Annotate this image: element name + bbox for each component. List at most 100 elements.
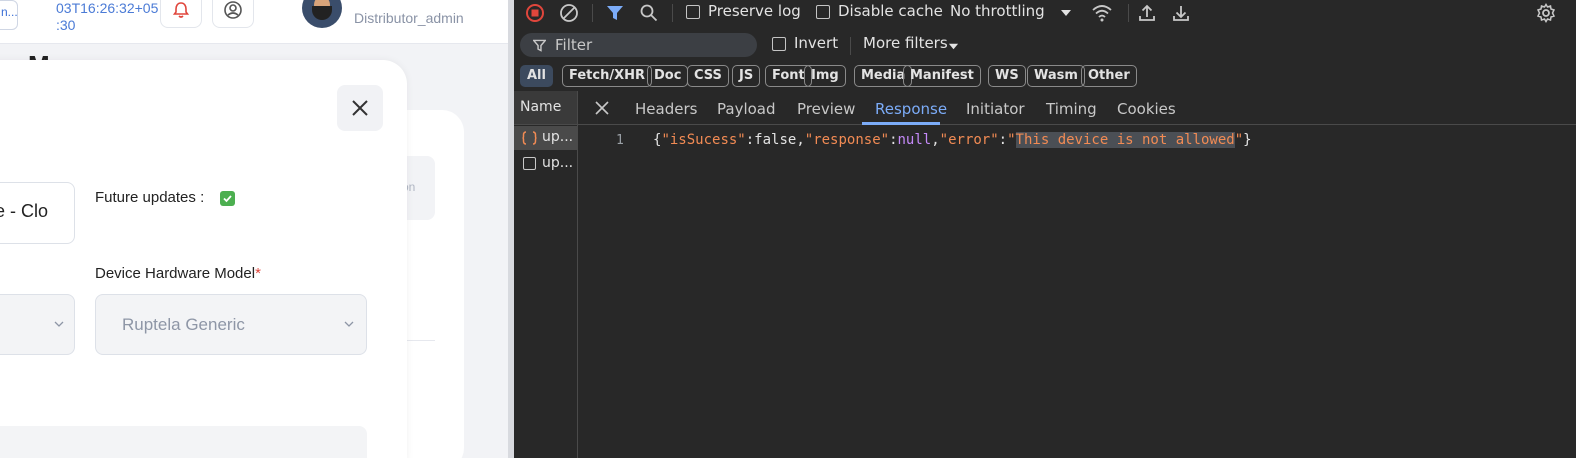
json-value: false xyxy=(754,132,797,148)
avatar-beard xyxy=(312,6,332,20)
tab-headers[interactable]: Headers xyxy=(635,100,697,118)
future-updates-checkbox[interactable] xyxy=(220,191,235,206)
close-detail-button[interactable] xyxy=(594,100,610,116)
json-key: "isSucess" xyxy=(661,132,746,148)
type-chip-wasm[interactable]: Wasm xyxy=(1027,65,1085,87)
type-chip-other[interactable]: Other xyxy=(1081,65,1137,87)
wifi-settings-icon xyxy=(1092,5,1112,22)
json-colon: : xyxy=(745,132,755,148)
hardware-model-select[interactable]: Ruptela Generic xyxy=(95,294,367,355)
request-row[interactable]: up... xyxy=(514,126,577,150)
caret-down-icon xyxy=(1061,10,1071,16)
type-chip-css[interactable]: CSS xyxy=(687,65,729,87)
request-name: up... xyxy=(542,155,574,171)
request-name: up... xyxy=(542,129,574,145)
json-colon: : xyxy=(998,132,1008,148)
tab-cookies[interactable]: Cookies xyxy=(1117,100,1176,118)
more-filters-dropdown[interactable] xyxy=(946,39,960,53)
toolbar-separator xyxy=(672,4,673,22)
tab-preview[interactable]: Preview xyxy=(797,100,855,118)
support-button[interactable] xyxy=(212,0,254,28)
filter-input[interactable]: Filter xyxy=(520,33,757,57)
disable-cache-checkbox[interactable] xyxy=(816,5,830,19)
xhr-icon xyxy=(522,131,537,145)
response-line[interactable]: 1 {"isSucess":false,"response":null,"err… xyxy=(578,131,1576,153)
hardware-model-label: Device Hardware Model* xyxy=(95,265,261,282)
import-har-button[interactable] xyxy=(1136,2,1158,24)
user-circle-icon xyxy=(224,1,242,19)
close-icon xyxy=(352,100,368,116)
hardware-model-value: Ruptela Generic xyxy=(122,315,245,334)
download-icon xyxy=(1173,6,1189,21)
check-icon xyxy=(223,195,232,203)
hardware-model-label-text: Device Hardware Model xyxy=(95,265,256,282)
text-field[interactable]: e - Clo xyxy=(0,182,75,244)
record-stop-icon xyxy=(526,4,544,22)
caret-down-icon xyxy=(948,43,958,49)
network-settings-button[interactable] xyxy=(1534,1,1558,25)
search-icon xyxy=(640,4,658,22)
json-comma: , xyxy=(931,132,940,148)
request-detail-pane: Headers Payload Preview Response Initiat… xyxy=(578,91,1576,458)
tab-payload[interactable]: Payload xyxy=(717,100,776,118)
funnel-icon xyxy=(533,39,546,52)
bottom-field[interactable] xyxy=(0,426,367,458)
select-field-left[interactable] xyxy=(0,294,75,355)
json-quote: " xyxy=(1007,132,1016,148)
type-chip-ws[interactable]: WS xyxy=(988,65,1026,87)
json-colon: : xyxy=(889,132,898,148)
detail-tabs: Headers Payload Preview Response Initiat… xyxy=(578,91,1576,125)
edit-device-modal: e - Clo Future updates : Device Hardware… xyxy=(0,60,407,458)
tab-response[interactable]: Response xyxy=(875,100,947,118)
export-har-button[interactable] xyxy=(1170,2,1192,24)
devtools-network-panel: Preserve log Disable cache No throttling xyxy=(514,0,1576,458)
request-list: Name up... up... xyxy=(514,91,578,458)
close-icon xyxy=(595,101,609,115)
funnel-icon xyxy=(607,6,623,20)
name-column-header[interactable]: Name xyxy=(514,91,577,125)
clear-button[interactable] xyxy=(558,2,580,24)
tab-timing[interactable]: Timing xyxy=(1046,100,1097,118)
avatar[interactable] xyxy=(302,0,342,28)
background-divider xyxy=(405,340,435,341)
clear-icon xyxy=(560,4,578,22)
type-chip-all[interactable]: All xyxy=(520,65,553,87)
filter-separator xyxy=(850,37,851,55)
gear-icon xyxy=(1536,3,1556,23)
json-comma: , xyxy=(796,132,805,148)
notifications-button[interactable] xyxy=(160,0,202,28)
request-row[interactable]: up... xyxy=(514,152,577,176)
chevron-down-icon xyxy=(344,321,354,327)
type-chip-manifest[interactable]: Manifest xyxy=(903,65,981,87)
throttling-dropdown[interactable] xyxy=(1058,5,1074,21)
more-filters-button[interactable]: More filters xyxy=(863,34,948,52)
json-quote: " xyxy=(1234,132,1244,148)
chevron-down-icon xyxy=(54,321,64,327)
type-chip-js[interactable]: JS xyxy=(732,65,761,87)
topbar-chip[interactable]: n... xyxy=(0,0,18,30)
throttling-select[interactable]: No throttling xyxy=(950,2,1045,20)
toolbar-separator xyxy=(592,4,593,22)
network-conditions-button[interactable] xyxy=(1090,2,1114,24)
document-icon xyxy=(523,157,536,170)
datetime-line1: 03T16:26:32+05 xyxy=(56,0,159,16)
selected-error-text[interactable]: This device is not allowed xyxy=(1015,132,1235,148)
type-chip-fetch-xhr[interactable]: Fetch/XHR xyxy=(562,65,653,87)
type-chip-doc[interactable]: Doc xyxy=(647,65,689,87)
user-role: Distributor_admin xyxy=(354,10,464,26)
disable-cache-label: Disable cache xyxy=(838,2,943,20)
web-app-pane: M on n... 03T16:26:32+05 :30 Distributor… xyxy=(0,0,508,458)
response-body[interactable]: {"isSucess":false,"response":null,"error… xyxy=(653,132,1252,148)
filter-toggle-button[interactable] xyxy=(604,2,626,24)
json-key: "response" xyxy=(804,132,890,148)
tab-initiator[interactable]: Initiator xyxy=(966,100,1025,118)
type-chip-img[interactable]: Img xyxy=(804,65,846,87)
future-updates-label: Future updates : xyxy=(95,189,205,206)
search-button[interactable] xyxy=(638,2,660,24)
preserve-log-checkbox[interactable] xyxy=(686,5,700,19)
preserve-log-label: Preserve log xyxy=(708,2,801,20)
close-button[interactable] xyxy=(337,85,383,131)
name-column-label: Name xyxy=(520,99,562,115)
record-button[interactable] xyxy=(524,2,546,24)
invert-checkbox[interactable] xyxy=(772,37,786,51)
